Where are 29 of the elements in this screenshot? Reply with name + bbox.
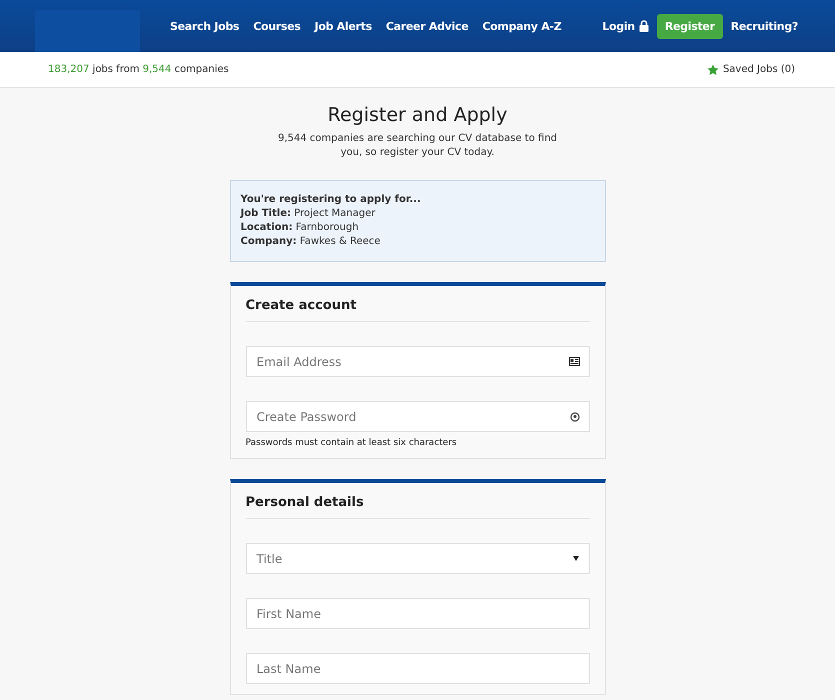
section-heading: Personal details xyxy=(246,495,590,519)
title-dropdown[interactable]: Title xyxy=(246,543,590,574)
section-heading: Create account xyxy=(246,298,590,322)
saved-jobs-link[interactable]: Saved Jobs (0) xyxy=(706,64,795,76)
nav-link[interactable]: Courses xyxy=(253,20,301,32)
jobs-count-text: 183,207 jobs from 9,544 companies xyxy=(48,64,229,75)
job-detail-text: Job Title: Project Manager xyxy=(240,207,376,221)
nav-link[interactable]: Job Alerts xyxy=(314,20,372,32)
intro-text: 9,544 companies are searching our CV database to find you, so register your CV today. xyxy=(277,132,558,160)
dropdown-placeholder: Title xyxy=(256,552,284,566)
job-detail-text: Company: Fawkes & Reece xyxy=(240,235,382,249)
input-field[interactable]: Create Password xyxy=(246,401,590,432)
nav-link[interactable]: Company A-Z xyxy=(482,20,562,32)
info-heading: You're registering to apply for... xyxy=(240,193,422,207)
input-field[interactable]: Last Name xyxy=(246,653,590,684)
input-field[interactable]: First Name xyxy=(246,598,590,629)
lock-icon xyxy=(638,20,649,32)
recruiting-link[interactable]: Recruiting? xyxy=(730,20,798,32)
help-text: Passwords must contain at least six characters xyxy=(246,438,458,448)
job-detail-text: Location: Farnborough xyxy=(240,221,360,235)
nav-link[interactable]: Career Advice xyxy=(386,20,468,32)
login-link[interactable]: Login xyxy=(602,20,649,32)
input-field[interactable]: Email Address xyxy=(246,346,590,377)
caret-icon xyxy=(572,556,578,561)
page-title: Register and Apply xyxy=(328,104,508,126)
key-circle-icon xyxy=(570,412,580,422)
id-card-icon xyxy=(568,357,580,366)
star-icon xyxy=(706,64,719,76)
nav-link[interactable]: Search Jobs xyxy=(170,20,240,32)
